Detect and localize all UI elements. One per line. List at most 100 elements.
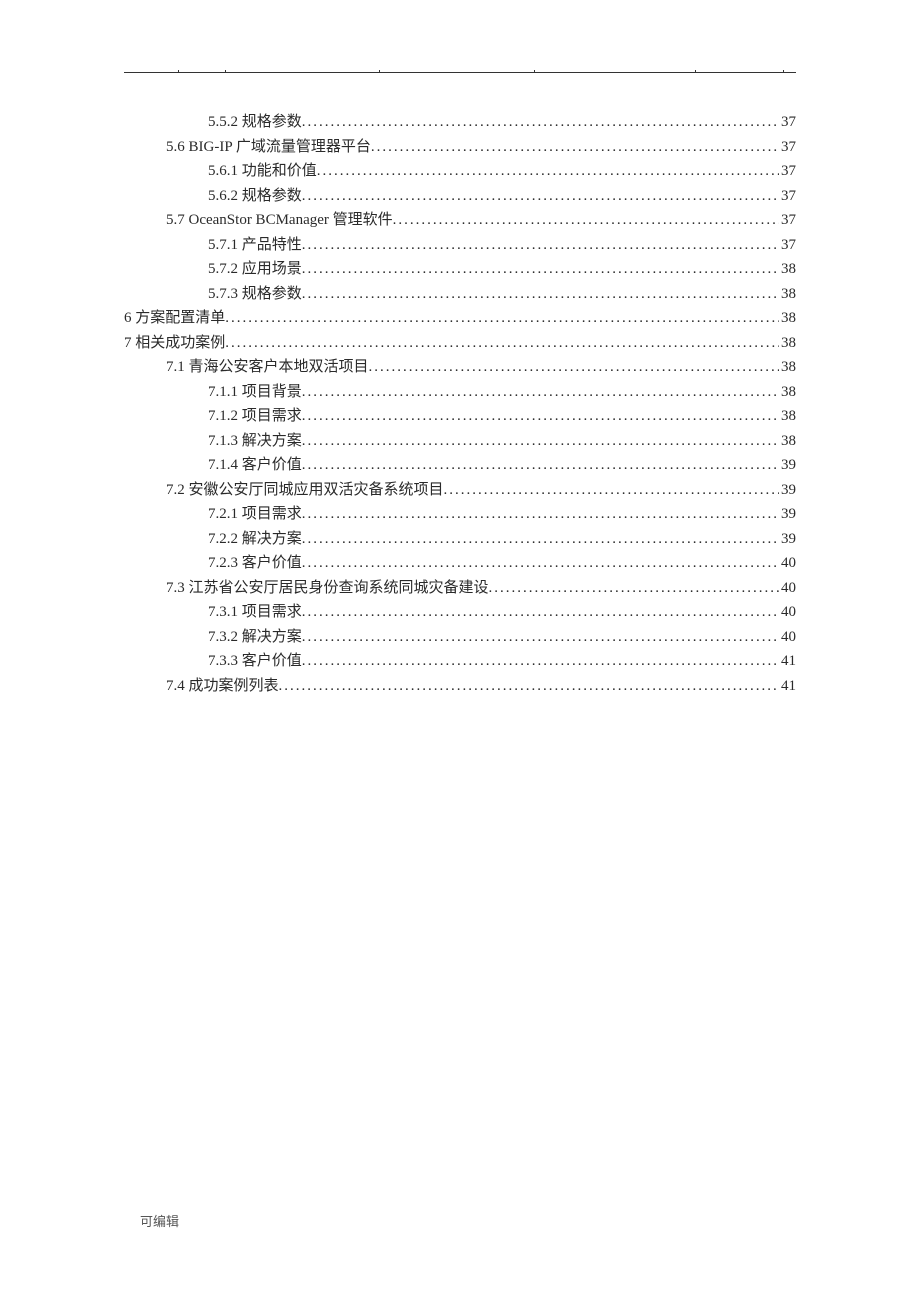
toc-leader-dots — [302, 257, 779, 282]
toc-entry-page: 39 — [779, 527, 796, 552]
toc-entry-label: 7.4 成功案例列表 — [166, 674, 279, 699]
toc-entry-label: 6 方案配置清单 — [124, 306, 225, 331]
toc-entry-page: 40 — [779, 576, 796, 601]
toc-entry-page: 37 — [779, 159, 796, 184]
toc-entry: 7.1.3 解决方案38 — [124, 429, 796, 454]
toc-entry: 7.1 青海公安客户本地双活项目 38 — [124, 355, 796, 380]
toc-entry: 5.6.2 规格参数 37 — [124, 184, 796, 209]
toc-leader-dots — [225, 331, 779, 356]
toc-entry: 7.1.4 客户价值 39 — [124, 453, 796, 478]
header-rule-tick — [225, 70, 226, 73]
toc-entry-label: 7.1.3 解决方案 — [208, 429, 302, 454]
toc-entry-page: 37 — [779, 184, 796, 209]
toc-entry: 7.1.1 项目背景 38 — [124, 380, 796, 405]
toc-entry-page: 38 — [779, 404, 796, 429]
toc-entry-label: 7.1.2 项目需求 — [208, 404, 302, 429]
toc-entry-page: 39 — [779, 502, 796, 527]
toc-entry: 6 方案配置清单 38 — [124, 306, 796, 331]
toc-entry-label: 5.7.1 产品特性 — [208, 233, 302, 258]
toc-leader-dots — [393, 208, 779, 233]
toc-entry-label: 7.2 安徽公安厅同城应用双活灾备系统项目 — [166, 478, 444, 503]
toc-entry-page: 39 — [779, 453, 796, 478]
toc-entry: 7.2.1 项目需求 39 — [124, 502, 796, 527]
toc-leader-dots — [444, 478, 779, 503]
toc-entry-page: 38 — [779, 282, 796, 307]
toc-entry-page: 40 — [779, 551, 796, 576]
toc-entry: 7.3 江苏省公安厅居民身份查询系统同城灾备建设 40 — [124, 576, 796, 601]
toc-entry: 5.7 OceanStor BCManager 管理软件37 — [124, 208, 796, 233]
toc-entry-label: 5.6.1 功能和价值 — [208, 159, 317, 184]
toc-entry-page: 41 — [779, 649, 796, 674]
toc-entry-page: 38 — [779, 331, 796, 356]
toc-entry-label: 7.1.4 客户价值 — [208, 453, 302, 478]
header-rule-tick — [379, 70, 380, 73]
toc-entry-page: 37 — [779, 110, 796, 135]
toc-leader-dots — [302, 502, 779, 527]
toc-entry-label: 7.1 青海公安客户本地双活项目 — [166, 355, 369, 380]
toc-entry: 7.2.2 解决方案 39 — [124, 527, 796, 552]
toc-leader-dots — [302, 184, 779, 209]
toc-leader-dots — [302, 282, 779, 307]
toc-entry-label: 7.3.2 解决方案 — [208, 625, 302, 650]
toc-entry-page: 37 — [779, 233, 796, 258]
toc-entry: 5.7.1 产品特性 37 — [124, 233, 796, 258]
toc-entry: 5.6.1 功能和价值 37 — [124, 159, 796, 184]
toc-leader-dots — [489, 576, 779, 601]
footer-text: 可编辑 — [140, 1211, 179, 1230]
toc-entry: 5.6 BIG-IP 广域流量管理器平台 37 — [124, 135, 796, 160]
toc-entry-label: 5.7.3 规格参数 — [208, 282, 302, 307]
toc-entry-label: 7.2.3 客户价值 — [208, 551, 302, 576]
toc-entry: 5.7.3 规格参数 38 — [124, 282, 796, 307]
toc-entry-label: 5.6 BIG-IP 广域流量管理器平台 — [166, 135, 371, 160]
toc-entry-label: 7.1.1 项目背景 — [208, 380, 302, 405]
toc-entry: 7.1.2 项目需求 38 — [124, 404, 796, 429]
toc-entry: 5.7.2 应用场景 38 — [124, 257, 796, 282]
toc-entry-page: 37 — [779, 208, 796, 233]
toc-entry-label: 7.3.3 客户价值 — [208, 649, 302, 674]
header-rule-tick — [178, 70, 179, 73]
toc-leader-dots — [302, 404, 779, 429]
toc-leader-dots — [302, 233, 779, 258]
header-rule — [124, 72, 796, 73]
toc-entry: 5.5.2 规格参数37 — [124, 110, 796, 135]
toc-leader-dots — [302, 110, 779, 135]
toc-entry-label: 7.2.1 项目需求 — [208, 502, 302, 527]
toc-leader-dots — [225, 306, 779, 331]
toc-entry-page: 40 — [779, 600, 796, 625]
toc-leader-dots — [302, 551, 779, 576]
toc-entry-page: 38 — [779, 355, 796, 380]
header-rule-tick — [783, 70, 784, 73]
toc-content: 5.5.2 规格参数375.6 BIG-IP 广域流量管理器平台375.6.1 … — [124, 110, 796, 698]
toc-entry: 7.4 成功案例列表 41 — [124, 674, 796, 699]
toc-entry-page: 41 — [779, 674, 796, 699]
toc-leader-dots — [302, 625, 779, 650]
toc-leader-dots — [369, 355, 779, 380]
toc-entry-page: 37 — [779, 135, 796, 160]
toc-leader-dots — [302, 527, 779, 552]
toc-entry: 7.3.1 项目需求 40 — [124, 600, 796, 625]
toc-entry-page: 38 — [779, 306, 796, 331]
toc-entry-page: 38 — [779, 257, 796, 282]
toc-entry: 7 相关成功案例 38 — [124, 331, 796, 356]
toc-leader-dots — [317, 159, 779, 184]
toc-leader-dots — [279, 674, 779, 699]
toc-leader-dots — [302, 649, 779, 674]
toc-entry-label: 7.3 江苏省公安厅居民身份查询系统同城灾备建设 — [166, 576, 489, 601]
toc-entry-page: 38 — [779, 380, 796, 405]
toc-entry-label: 5.6.2 规格参数 — [208, 184, 302, 209]
toc-entry-label: 7 相关成功案例 — [124, 331, 225, 356]
toc-entry-label: 7.2.2 解决方案 — [208, 527, 302, 552]
toc-entry: 7.3.3 客户价值 41 — [124, 649, 796, 674]
toc-leader-dots — [302, 600, 779, 625]
document-page: 5.5.2 规格参数375.6 BIG-IP 广域流量管理器平台375.6.1 … — [0, 0, 920, 1302]
toc-entry-label: 7.3.1 项目需求 — [208, 600, 302, 625]
toc-leader-dots — [302, 429, 779, 454]
header-rule-tick — [534, 70, 535, 73]
toc-leader-dots — [302, 380, 779, 405]
header-rule-tick — [695, 70, 696, 73]
toc-entry: 7.2 安徽公安厅同城应用双活灾备系统项目 39 — [124, 478, 796, 503]
toc-entry: 7.2.3 客户价值 40 — [124, 551, 796, 576]
toc-entry-label: 5.7.2 应用场景 — [208, 257, 302, 282]
toc-entry-page: 40 — [779, 625, 796, 650]
toc-entry-page: 39 — [779, 478, 796, 503]
